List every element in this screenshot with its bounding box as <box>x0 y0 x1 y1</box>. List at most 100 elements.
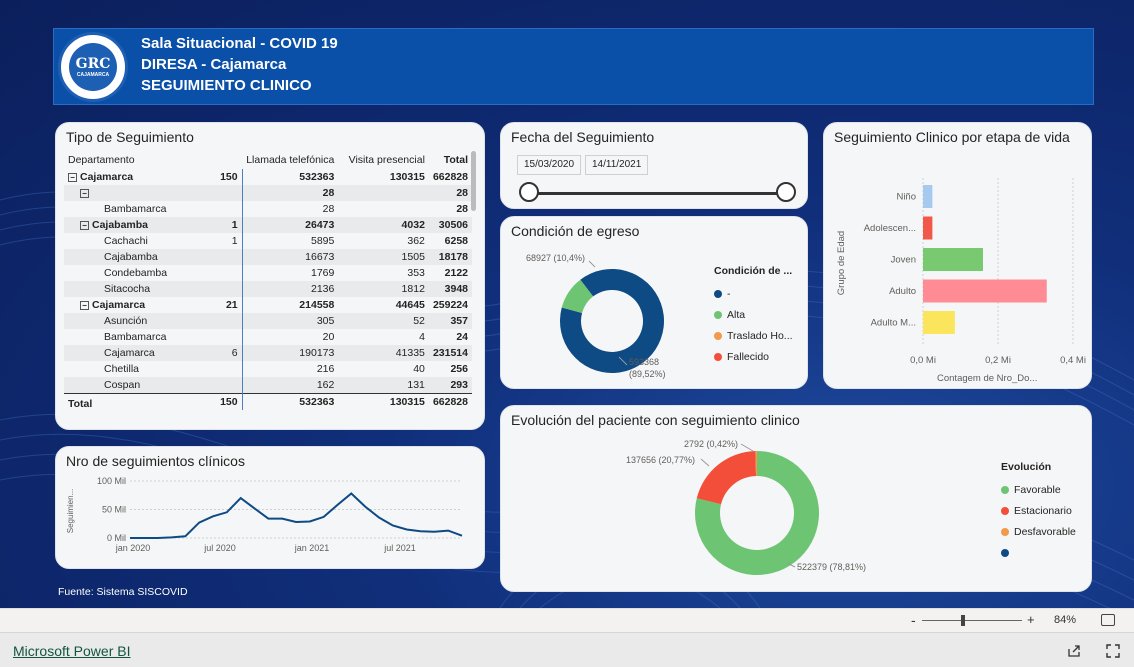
col-llamada[interactable]: Llamada telefónica <box>242 151 338 169</box>
fullscreen-icon[interactable] <box>1106 644 1120 658</box>
source-note: Fuente: Sistema SISCOVID <box>58 586 188 598</box>
legend-dot <box>1001 527 1009 536</box>
table-row[interactable]: Sitacocha 2136 1812 3948 <box>64 281 472 297</box>
row-label[interactable]: Cospan <box>64 377 203 393</box>
line-chart-card[interactable]: Nro de seguimientos clínicos 100 Mil 50 M… <box>55 446 485 569</box>
table-row[interactable]: Cospan 162 131 293 <box>64 377 472 393</box>
matrix-card[interactable]: Tipo de Seguimiento Departamento Llamada… <box>55 122 485 430</box>
y-axis-title: Seguimien... <box>66 489 75 533</box>
leader-line <box>740 443 754 452</box>
table-row[interactable]: Cachachi 1 5895 362 6258 <box>64 233 472 249</box>
table-row[interactable]: Chetilla 216 40 256 <box>64 361 472 377</box>
col-total[interactable]: Total <box>429 151 472 169</box>
col-visita[interactable]: Visita presencial <box>338 151 429 169</box>
slider-start-handle[interactable] <box>519 182 539 202</box>
table-row[interactable]: − Cajamarca 21 214558 44645 259224 <box>64 297 472 313</box>
matrix-table[interactable]: Departamento Llamada telefónica Visita p… <box>64 151 472 410</box>
expand-icon[interactable]: − <box>80 220 89 230</box>
legend-item-fallecido[interactable]: Fallecido <box>714 346 793 367</box>
legend-item-dash[interactable]: - <box>714 283 793 304</box>
row-label[interactable]: Cajabamba <box>64 249 203 265</box>
zoom-out-button[interactable]: - <box>911 612 916 628</box>
table-row[interactable]: Bambamarca 28 28 <box>64 201 472 217</box>
table-row[interactable]: Asunción 305 52 357 <box>64 313 472 329</box>
row-label[interactable]: Condebamba <box>64 265 203 281</box>
zoom-slider-handle[interactable] <box>961 615 965 626</box>
matrix-title: Tipo de Seguimiento <box>66 129 194 145</box>
category-label: Adulto <box>889 286 916 297</box>
table-row[interactable]: Cajamarca 6 190173 41335 231514 <box>64 345 472 361</box>
row-label[interactable]: Bambamarca <box>64 329 203 345</box>
table-row[interactable]: Condebamba 1769 353 2122 <box>64 265 472 281</box>
line-chart[interactable]: 100 Mil 50 Mil 0 Miljan 2020 jul 2020 jan 20… <box>56 447 486 570</box>
bar[interactable] <box>923 311 955 334</box>
legend-item-blank[interactable] <box>1001 542 1076 563</box>
cell-blank-col <box>202 185 243 201</box>
data-label-desfavorable: 2792 (0,42%) <box>684 439 738 449</box>
expand-icon[interactable]: − <box>80 188 89 198</box>
table-row[interactable]: − Cajabamba 1 26473 4032 30506 <box>64 217 472 233</box>
slicer-title: Fecha del Seguimiento <box>511 129 655 145</box>
evolucion-card[interactable]: Evolución del paciente con seguimiento c… <box>500 405 1092 592</box>
legend-item-traslado[interactable]: Traslado Ho... <box>714 325 793 346</box>
matrix-scrollbar[interactable] <box>471 151 476 211</box>
zoom-slider-track[interactable] <box>922 620 1022 621</box>
row-label[interactable]: − Cajamarca <box>64 169 203 185</box>
row-label[interactable]: Cachachi <box>64 233 203 249</box>
expand-icon[interactable]: − <box>68 172 77 182</box>
cell-llamada: 2136 <box>242 281 339 297</box>
legend-item-estacionario[interactable]: Estacionario <box>1001 500 1076 521</box>
cell-total: 231514 <box>428 345 472 361</box>
table-row[interactable]: − Cajamarca 150 532363 130315 662828 <box>64 169 472 185</box>
row-label[interactable]: − <box>64 185 203 201</box>
row-label[interactable]: Asunción <box>64 313 203 329</box>
bar[interactable] <box>923 216 933 240</box>
slider-end-handle[interactable] <box>776 182 796 202</box>
legend-item-alta[interactable]: Alta <box>714 304 793 325</box>
cell-visita: 41335 <box>338 345 429 361</box>
row-label[interactable]: Cajamarca <box>64 345 203 361</box>
row-label[interactable]: − Cajabamba <box>64 217 203 233</box>
series-line[interactable] <box>130 492 463 539</box>
evolucion-legend-title: Evolución <box>1001 461 1052 473</box>
row-label[interactable]: − Cajamarca <box>64 297 203 313</box>
table-row[interactable]: − 28 28 <box>64 185 472 201</box>
egreso-card[interactable]: Condición de egreso 68927 (10,4%) 593368(… <box>500 216 808 389</box>
y-tick-label: 0 Mil <box>107 533 126 543</box>
legend-item-favorable[interactable]: Favorable <box>1001 479 1076 500</box>
expand-icon[interactable]: − <box>80 300 89 310</box>
bar[interactable] <box>923 248 983 271</box>
bar[interactable] <box>923 185 933 208</box>
cell-llamada: 16673 <box>242 249 339 265</box>
cell-visita: 52 <box>338 313 429 329</box>
share-icon[interactable] <box>1067 644 1081 658</box>
fit-page-icon[interactable] <box>1101 614 1115 626</box>
col-blank[interactable] <box>203 151 242 169</box>
total-row[interactable]: Total 150 532363 130315 662828 <box>64 392 472 410</box>
evolucion-legend: Evolución Favorable Estacionario Desfavo… <box>1001 461 1076 563</box>
total-label: Total <box>64 392 203 410</box>
table-row[interactable]: Cajabamba 16673 1505 18178 <box>64 249 472 265</box>
row-label[interactable]: Sitacocha <box>64 281 203 297</box>
start-date-input[interactable]: 15/03/2020 <box>517 155 582 175</box>
cell-blank-col: 21 <box>202 297 243 313</box>
etapa-bar-chart[interactable]: 0,0 Mi 0,2 Mi 0,4 Mi Niño Adolescen... Joven A… <box>824 123 1093 390</box>
slider-track[interactable] <box>529 192 787 195</box>
end-date-input[interactable]: 14/11/2021 <box>585 155 649 175</box>
data-label-dash-pct: (89,52%) <box>629 369 666 379</box>
bar[interactable] <box>923 279 1047 303</box>
zoom-in-button[interactable]: + <box>1027 612 1035 627</box>
powerbi-link[interactable]: Microsoft Power BI <box>13 643 130 659</box>
legend-item-desfavorable[interactable]: Desfavorable <box>1001 521 1076 542</box>
table-row[interactable]: Bambamarca 20 4 24 <box>64 329 472 345</box>
report-header: GRC CAJAMARCA Sala Situacional - COVID 19… <box>53 28 1094 105</box>
etapa-card[interactable]: Seguimiento Clinico por etapa de vida 0,… <box>823 122 1092 389</box>
date-slicer-card[interactable]: Fecha del Seguimiento 15/03/2020 14/11/2… <box>500 122 808 209</box>
donut-slice[interactable] <box>696 451 757 505</box>
x-tick-label: 0,2 Mi <box>985 355 1011 366</box>
row-label[interactable]: Chetilla <box>64 361 203 377</box>
category-label: Adolescen... <box>864 223 916 234</box>
col-departamento[interactable]: Departamento <box>64 151 203 169</box>
row-label[interactable]: Bambamarca <box>64 201 203 217</box>
leader-line <box>588 260 596 268</box>
